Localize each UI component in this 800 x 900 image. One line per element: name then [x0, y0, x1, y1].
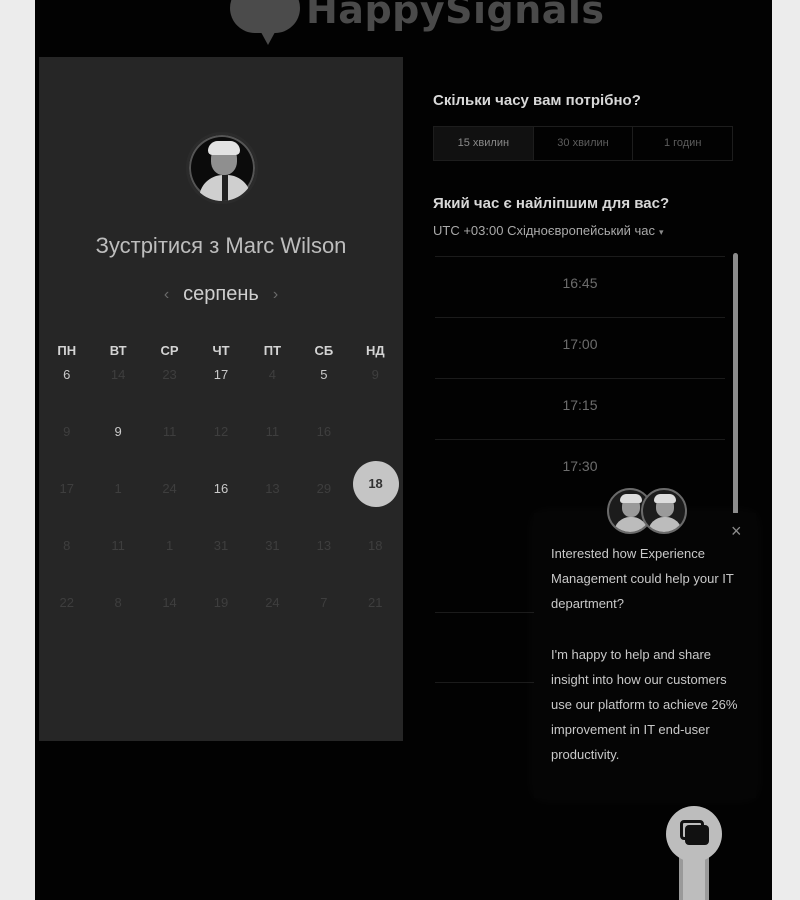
calendar-day: 16: [316, 424, 332, 439]
logo-bubble-icon: [230, 0, 300, 45]
calendar-day: 24: [162, 481, 177, 496]
happysignals-logo: HappySignals: [230, 0, 605, 45]
calendar-day: 22: [59, 595, 74, 610]
weekday-label: ВТ: [109, 343, 127, 358]
time-question: Який час є найліпшим для вас?: [433, 195, 670, 212]
calendar-day: 23: [162, 367, 177, 382]
month-label: серпень: [183, 283, 259, 305]
logo-text: HappySignals: [306, 0, 605, 32]
weekday-label: ЧТ: [212, 343, 230, 358]
calendar-day[interactable]: 17: [195, 361, 246, 418]
time-slot[interactable]: 17:00: [435, 317, 725, 378]
duration-option[interactable]: 15 хвилин: [434, 127, 534, 160]
calendar-day: 8: [63, 538, 71, 553]
calendar-day: 1: [165, 538, 174, 553]
calendar-day: 11: [162, 424, 177, 439]
time-slot-list: 16:45 17:00 17:15 17:30: [435, 256, 725, 500]
weekday-label: НД: [365, 343, 385, 358]
host-avatar: [186, 132, 258, 204]
calendar-day: 18: [368, 538, 383, 553]
calendar-day: 4: [268, 367, 277, 382]
chevron-down-icon: ▾: [658, 227, 664, 237]
calendar-day: 7: [320, 595, 328, 610]
prev-month-icon[interactable]: ‹: [164, 286, 169, 304]
chat-agent-avatar: [641, 488, 687, 534]
day-grid: 6142317459991112111618171241613292781113…: [41, 361, 401, 646]
timezone-select[interactable]: UTC +03:00 Східноєвропейський час ▾: [433, 223, 664, 238]
slot-list-scrollbar[interactable]: [733, 253, 738, 515]
calendar-day: 14: [162, 595, 177, 610]
calendar-day: 11: [265, 424, 280, 439]
calendar-day: 31: [213, 538, 229, 553]
selected-day[interactable]: 18: [350, 418, 401, 507]
month-navigation: ‹ серпень ›: [39, 283, 403, 306]
calendar-day[interactable]: 9: [92, 418, 143, 475]
chat-bubble-icon: [685, 825, 709, 845]
weekday-label: ПТ: [263, 343, 282, 358]
embedded-booking-frame: HappySignals Зустрітися з Marc Wilson ‹ …: [35, 0, 772, 900]
weekday-label: СБ: [314, 343, 334, 358]
calendar-day[interactable]: 6: [41, 361, 92, 418]
calendar-day: 9: [63, 424, 71, 439]
calendar-day[interactable]: 5: [298, 361, 349, 418]
calendar-day: 24: [265, 595, 280, 610]
timezone-label: UTC +03:00 Східноєвропейський час: [433, 223, 655, 238]
calendar-day: 13: [316, 538, 332, 553]
calendar-day: 13: [265, 481, 280, 496]
chat-message: Interested how Experience Management cou…: [551, 546, 734, 611]
duration-question: Скільки часу вам потрібно?: [433, 92, 641, 109]
duration-option[interactable]: 1 годин: [633, 127, 732, 160]
slot-divider: [435, 682, 535, 683]
weekday-label: ПН: [57, 343, 77, 358]
duration-option[interactable]: 30 хвилин: [534, 127, 634, 160]
time-slot[interactable]: 16:45: [435, 256, 725, 317]
calendar-day: 8: [114, 595, 122, 610]
calendar-day: 11: [111, 538, 125, 553]
close-icon[interactable]: ×: [731, 521, 742, 542]
duration-selector: 15 хвилин 30 хвилин 1 годин: [433, 126, 733, 161]
next-month-icon[interactable]: ›: [273, 286, 278, 304]
calendar-day: 1: [114, 481, 122, 496]
calendar-day: 12: [213, 424, 229, 439]
calendar-day: 29: [316, 481, 332, 496]
calendar-day: 21: [368, 595, 383, 610]
calendar-panel: Зустрітися з Marc Wilson ‹ серпень › ПН В…: [39, 57, 403, 741]
time-slot[interactable]: 17:30: [435, 439, 725, 500]
calendar-day: 31: [265, 538, 280, 553]
calendar-day: 19: [213, 595, 229, 610]
weekday-header: ПН ВТ СР ЧТ ПТ СБ НД: [41, 343, 401, 358]
calendar-day: 14: [110, 367, 126, 382]
slot-divider: [435, 612, 535, 613]
calendar-day: 9: [371, 367, 379, 382]
calendar-day: 17: [59, 481, 74, 496]
weekday-label: СР: [160, 343, 179, 358]
chat-launcher-button[interactable]: [666, 806, 722, 862]
time-slot[interactable]: 17:15: [435, 378, 725, 439]
calendar-day[interactable]: 16: [195, 475, 246, 532]
meeting-title: Зустрітися з Marc Wilson: [95, 233, 347, 258]
selected-day-label: 18: [352, 461, 399, 507]
chat-launcher-stem: [683, 858, 705, 900]
chat-popup: × Interested how Experience Management c…: [534, 513, 756, 798]
chat-message: I'm happy to help and share insight into…: [551, 647, 738, 762]
